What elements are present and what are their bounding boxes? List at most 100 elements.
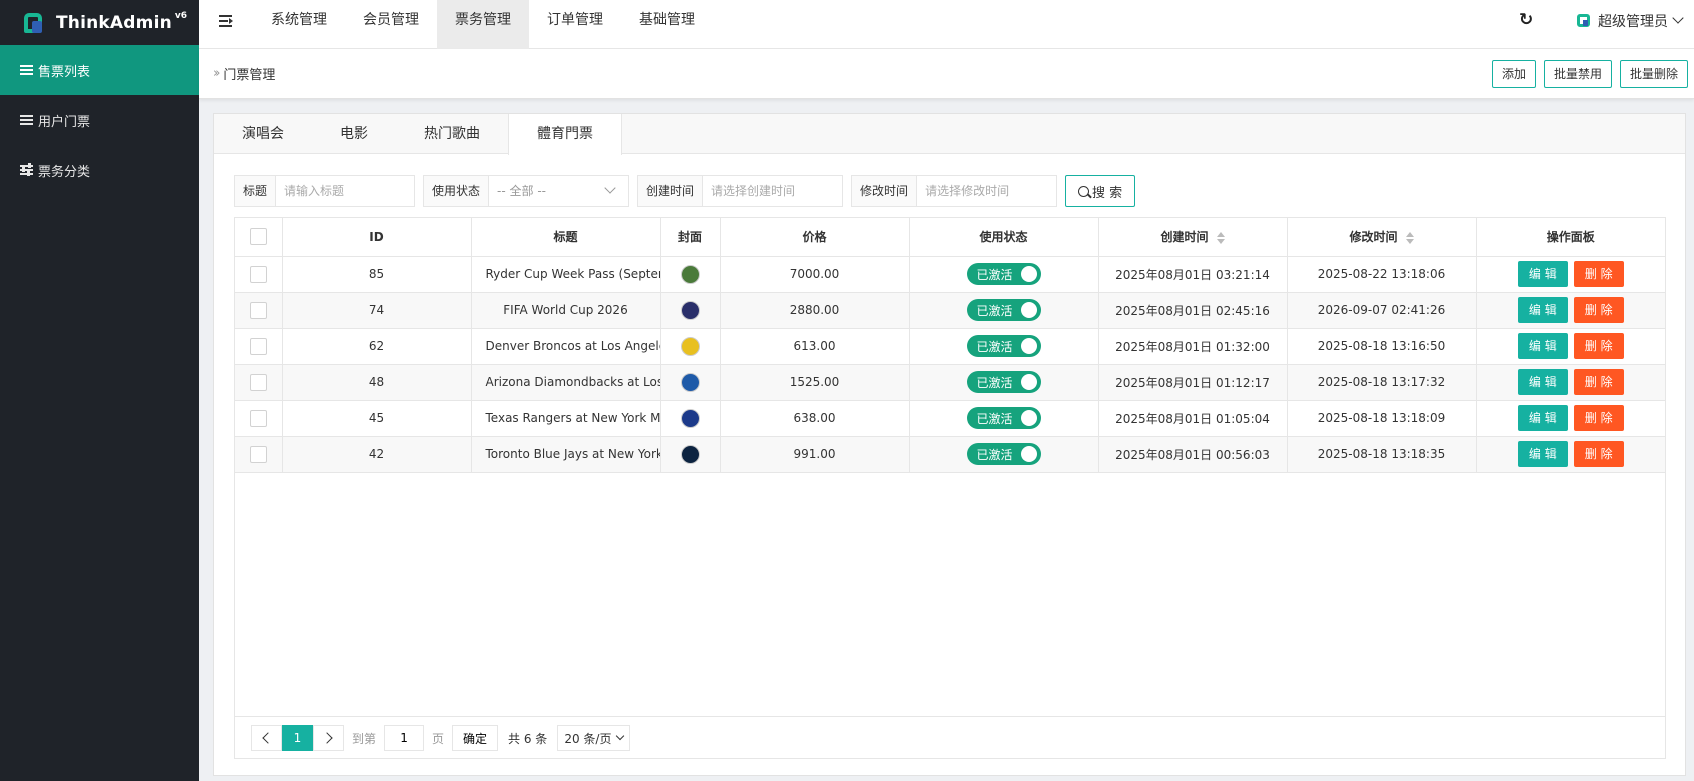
row-select-cell [235,400,283,437]
toggle-knob [1020,374,1037,390]
nav-ticket[interactable]: 票务管理 [437,0,529,49]
nav-order[interactable]: 订单管理 [529,0,621,49]
created-filter-label: 创建时间 [638,176,704,206]
batch-disable-button[interactable]: 批量禁用 [1543,60,1612,88]
menu-fold-icon[interactable] [219,15,233,29]
title-input[interactable] [276,176,415,206]
sort-icon[interactable] [1405,231,1414,244]
select-all-checkbox[interactable] [249,228,267,246]
row-checkbox[interactable] [249,265,267,283]
status-toggle[interactable]: 已激活 [966,263,1041,285]
edit-button[interactable]: 编 辑 [1517,333,1568,359]
cover-image-icon[interactable] [680,264,700,284]
cover-image-icon[interactable] [680,372,700,392]
chevron-down-icon [1672,11,1684,24]
tab-sports-tickets[interactable]: 體育門票 [508,114,622,155]
row-checkbox[interactable] [249,409,267,427]
status-toggle[interactable]: 已激活 [966,371,1041,393]
sidebar-item-user-tickets[interactable]: 用户门票 [0,95,199,145]
header-modified-label: 修改时间 [1349,230,1398,245]
status-toggle[interactable]: 已激活 [966,443,1041,465]
cell-title: Toronto Blue Jays at New York Y [471,436,661,473]
row-checkbox[interactable] [249,445,267,463]
next-page-button[interactable] [313,725,344,751]
row-checkbox[interactable] [249,337,267,355]
status-toggle-label: 已激活 [976,339,1013,354]
sidebar-item-ticket-list[interactable]: 售票列表 [0,45,199,95]
sidebar-item-label: 用户门票 [38,114,91,130]
status-toggle[interactable]: 已激活 [966,335,1041,357]
delete-button[interactable]: 删 除 [1573,297,1624,323]
nav-basic[interactable]: 基础管理 [621,0,713,49]
cell-title: Ryder Cup Week Pass (Septemb [471,256,661,293]
cover-image-icon[interactable] [680,300,700,320]
cover-image-icon[interactable] [680,336,700,356]
edit-button[interactable]: 编 辑 [1517,441,1568,467]
cell-price: 613.00 [720,328,910,365]
status-filter-label: 使用状态 [424,176,490,206]
header-status: 使用状态 [909,218,1099,257]
row-checkbox[interactable] [249,301,267,319]
cell-cover [660,364,721,401]
search-button[interactable]: 搜 索 [1065,175,1136,207]
toggle-knob [1020,410,1037,426]
nav-system[interactable]: 系统管理 [253,0,345,49]
sidebar-item-label: 票务分类 [38,164,91,180]
tab-hot-songs[interactable]: 热门歌曲 [396,114,508,154]
prev-page-button[interactable] [251,725,282,751]
brand[interactable]: ThinkAdmin v6 [0,0,199,45]
batch-delete-button[interactable]: 批量删除 [1619,60,1688,88]
status-toggle[interactable]: 已激活 [966,407,1041,429]
tab-concert[interactable]: 演唱会 [214,114,312,154]
row-checkbox[interactable] [249,373,267,391]
cell-modified: 2025-08-18 13:18:35 [1287,436,1477,473]
goto-suffix: 页 [432,731,445,746]
table-row: 74 FIFA World Cup 2026 2880.00 已激活 2025年… [235,292,1665,329]
edit-button[interactable]: 编 辑 [1517,405,1568,431]
row-select-cell [235,292,283,329]
user-menu[interactable]: 超级管理员 [1577,0,1684,41]
delete-button[interactable]: 删 除 [1573,333,1624,359]
delete-button[interactable]: 删 除 [1573,369,1624,395]
cell-ops: 编 辑删 除 [1476,436,1665,473]
sort-icon[interactable] [1216,231,1225,244]
header-modified[interactable]: 修改时间 [1287,218,1477,257]
ticket-table: ID 标题 封面 价格 使用状态 创建时间 修改时间 操作面板 85 Ryder… [234,217,1666,759]
edit-button[interactable]: 编 辑 [1517,261,1568,287]
header-created[interactable]: 创建时间 [1098,218,1288,257]
header-id: ID [282,218,472,257]
created-time-input[interactable] [703,176,843,206]
brand-version: v6 [174,10,188,21]
total-count: 共 6 条 [508,731,548,746]
tab-movie[interactable]: 电影 [312,114,396,154]
edit-button[interactable]: 编 辑 [1517,369,1568,395]
page-size-select[interactable]: 20 条/页 [557,725,631,751]
current-page[interactable]: 1 [282,725,313,751]
add-button[interactable]: 添加 [1491,60,1536,88]
cover-image-icon[interactable] [680,444,700,464]
table-row: 62 Denver Broncos at Los Angeles C 613.0… [235,328,1665,365]
sidebar-item-ticket-category[interactable]: 票务分类 [0,145,199,195]
edit-button[interactable]: 编 辑 [1517,297,1568,323]
cell-price: 7000.00 [720,256,910,293]
goto-page-input[interactable] [384,725,425,751]
cell-ops: 编 辑删 除 [1476,364,1665,401]
cell-id: 85 [282,256,472,293]
page-title: 门票管理 [223,68,276,83]
refresh-icon[interactable]: ↻ [1519,12,1536,29]
user-name: 超级管理员 [1598,13,1668,30]
cover-image-icon[interactable] [680,408,700,428]
cell-status: 已激活 [909,256,1099,293]
modified-time-input[interactable] [917,176,1057,206]
table-row: 48 Arizona Diamondbacks at Los An 1525.0… [235,364,1665,401]
nav-member[interactable]: 会员管理 [345,0,437,49]
status-select[interactable]: -- 全部 -- [489,176,629,206]
delete-button[interactable]: 删 除 [1573,441,1624,467]
status-toggle[interactable]: 已激活 [966,299,1041,321]
delete-button[interactable]: 删 除 [1573,405,1624,431]
search-form: 标题 使用状态 -- 全部 -- 创建时间 修改时间 搜 索 [234,175,1136,207]
goto-confirm-button[interactable]: 确定 [452,725,499,751]
delete-button[interactable]: 删 除 [1573,261,1624,287]
toggle-knob [1020,302,1037,318]
search-icon [1077,185,1089,197]
